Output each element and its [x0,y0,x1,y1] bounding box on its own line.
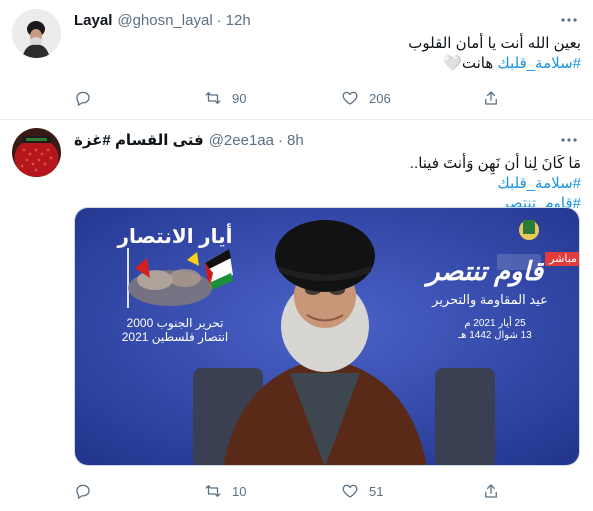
like-count: 51 [369,483,384,499]
retweet-icon [205,485,221,497]
separator-dot: · [216,11,222,29]
tweet-header: Layal @ghosn_layal · 12h [74,10,553,30]
timestamp[interactable]: 12h [226,12,251,29]
overlay-date-hijri: 13 شوال 1442 هـ [458,330,532,341]
tweet[interactable]: فتى القسام #غزة @2ee1aa · 8h مَا كَانَ ل… [0,120,593,511]
like-button[interactable]: 206 [341,89,391,107]
retweet-button[interactable]: 10 [204,482,246,500]
reply-button[interactable] [74,89,102,107]
share-button[interactable] [482,89,500,107]
like-button[interactable]: 51 [341,482,383,500]
like-icon [342,91,358,105]
share-button[interactable] [482,482,500,500]
overlay-right-title: قاوم تنتصر [426,256,544,286]
user-handle[interactable]: @ghosn_layal [117,12,212,29]
more-icon[interactable] [557,130,581,150]
timestamp[interactable]: 8h [287,132,304,149]
tweet-actions: 10 51 [74,481,514,501]
share-icon [485,484,497,498]
tweet-actions: 90 206 [74,88,514,108]
live-badge: مباشر [545,252,579,266]
more-icon[interactable] [557,10,581,30]
tweet-text-suffix: هانت [461,55,494,72]
share-icon [485,91,497,105]
hashtag-link[interactable]: #سلامة_قلبك [74,174,581,194]
retweet-count: 10 [232,483,247,499]
overlay-right-sub: عيد المقاومة والتحرير [432,292,548,307]
tweet[interactable]: Layal @ghosn_layal · 12h بعين الله أنت ي… [0,0,593,120]
overlay-left-sub1: تحرير الجنوب 2000 [126,316,224,330]
white-heart-emoji: 🤍 [443,55,462,72]
avatar[interactable] [12,9,61,58]
reply-button[interactable] [74,482,102,500]
display-name[interactable]: فتى القسام #غزة [74,131,204,149]
tweet-text-line: بعين الله أنت يا أمان القلوب [408,35,581,52]
retweet-icon [205,92,221,104]
tweet-media-image[interactable]: أيار الانتصار تحرير الجنوب 2000 انتصار ف… [74,207,580,466]
retweet-button[interactable]: 90 [204,89,246,107]
hashtag-link[interactable]: #سلامة_قلبك [497,55,581,72]
retweet-count: 90 [232,90,247,106]
tweet-text: مَا كَانَ لِنا أن نَهِن وَأنتَ فينا.. #س… [74,154,581,214]
avatar[interactable] [12,128,61,177]
tweet-header: فتى القسام #غزة @2ee1aa · 8h [74,130,553,150]
separator-dot: · [277,131,283,149]
tweet-text-line: مَا كَانَ لِنا أن نَهِن وَأنتَ فينا.. [409,155,581,172]
like-count: 206 [369,90,391,106]
user-handle[interactable]: @2ee1aa [209,132,274,149]
overlay-date-gregorian: 25 أيار 2021 م [464,318,526,329]
reply-icon [76,91,90,106]
tweet-text: بعين الله أنت يا أمان القلوب #سلامة_قلبك… [74,34,581,74]
overlay-left-title: أيار الانتصار [117,226,233,248]
like-icon [342,484,358,498]
overlay-left-sub2: انتصار فلسطين 2021 [121,330,229,344]
reply-icon [76,484,90,499]
display-name[interactable]: Layal [74,12,112,29]
